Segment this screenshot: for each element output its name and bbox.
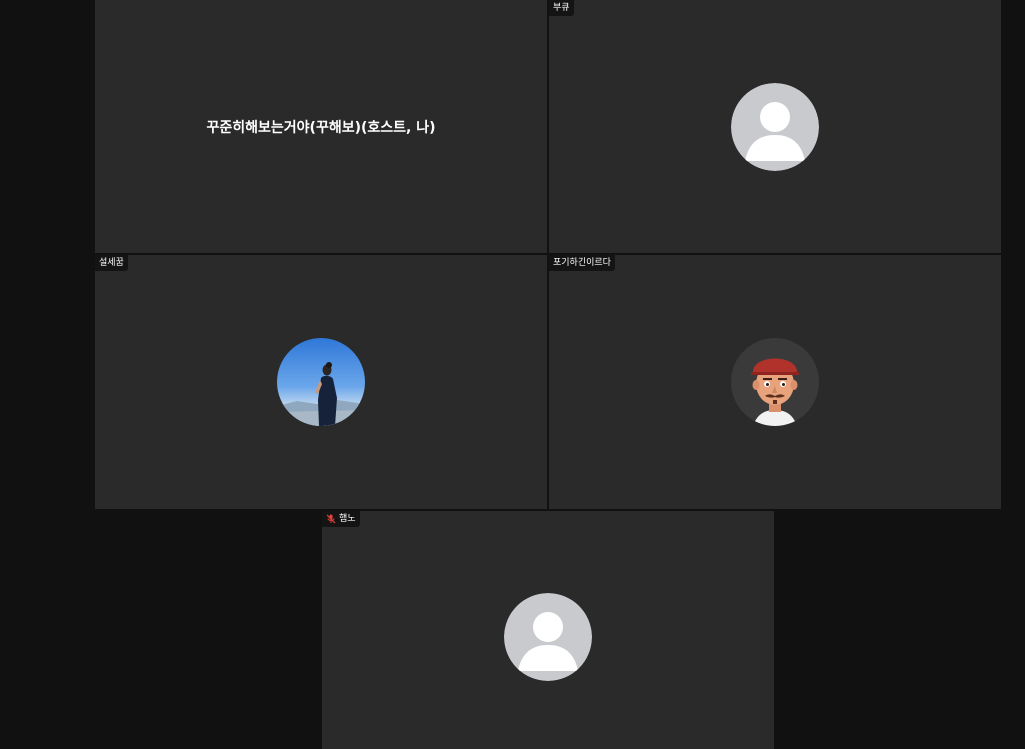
participant-tile[interactable]: 햄노	[322, 511, 774, 749]
microphone-muted-icon	[326, 514, 336, 524]
participant-tile[interactable]: 설세꿈	[95, 255, 547, 509]
participant-name: 햄노	[339, 514, 356, 524]
participant-name-tag: 포기하긴이르다	[549, 255, 615, 271]
participant-tile[interactable]: 부큐	[549, 0, 1001, 253]
default-avatar-icon	[731, 82, 819, 171]
participant-name: 설세꿈	[99, 258, 124, 268]
cartoon-avatar	[731, 338, 819, 426]
default-avatar-icon	[504, 593, 592, 681]
participant-name: 포기하긴이르다	[553, 258, 611, 268]
participant-name: 부큐	[553, 3, 570, 13]
participant-name-tag: 설세꿈	[95, 255, 128, 271]
participant-name-tag: 햄노	[322, 511, 360, 527]
profile-photo-avatar	[277, 338, 365, 426]
participant-name-tag: 부큐	[549, 0, 574, 16]
participant-tile[interactable]: 포기하긴이르다	[549, 255, 1001, 509]
participant-name-center: 꾸준히해보는거야(꾸해보)(호스트, 나)	[206, 119, 436, 136]
gallery-view: 꾸준히해보는거야(꾸해보)(호스트, 나) 부큐 설세꿈 포기하긴이르다 햄노	[0, 0, 1025, 749]
participant-tile-host[interactable]: 꾸준히해보는거야(꾸해보)(호스트, 나)	[95, 0, 547, 253]
